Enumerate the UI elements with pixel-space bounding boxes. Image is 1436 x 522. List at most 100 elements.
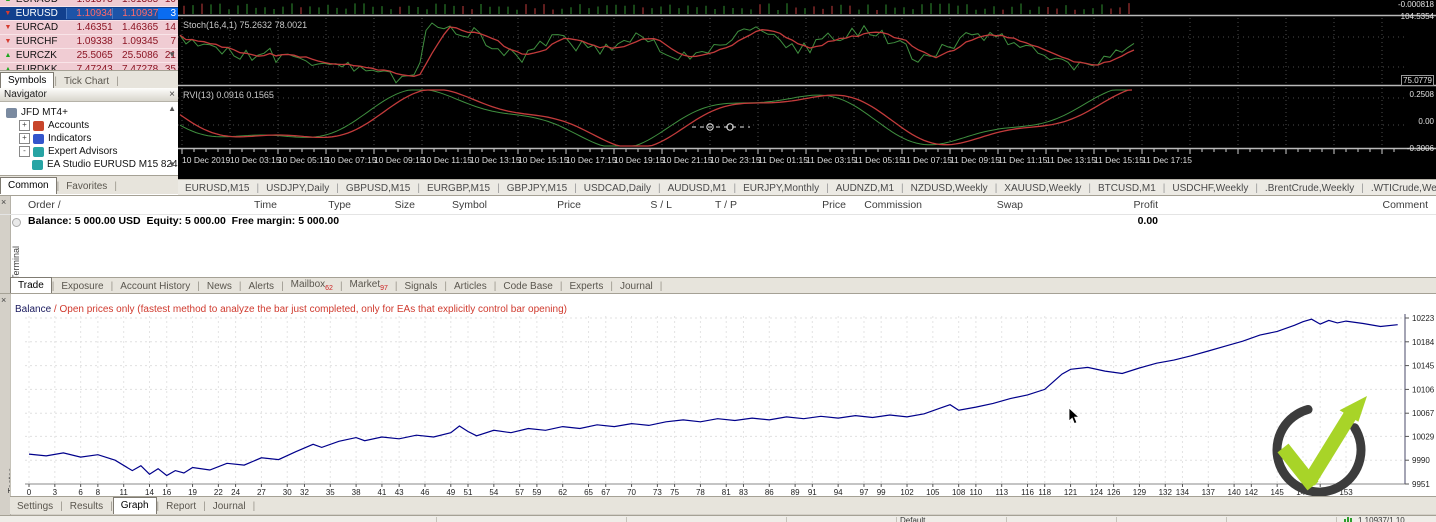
orders-column-price[interactable]: Price [822,199,846,211]
market-watch-row[interactable]: ▼ EURCAD 1.46351 1.46365 14 [0,21,178,35]
terminal-icon [6,107,17,118]
terminal-tab-signals[interactable]: Signals [398,279,445,294]
svg-text:91: 91 [808,488,817,496]
tab-common[interactable]: Common [0,177,57,194]
terminal-tab-experts[interactable]: Experts [562,279,610,294]
orders-column-symbol[interactable]: Symbol [452,199,487,211]
graph-note: / Open prices only (fastest method to an… [51,304,567,315]
chart-tab-btcusd-m1[interactable]: BTCUSD,M1 [1091,183,1163,194]
scroll-down-icon[interactable]: ▼ [168,50,176,59]
status-divider [786,517,787,522]
terminal-tab-journal[interactable]: Journal [613,279,660,294]
terminal-tab-alerts[interactable]: Alerts [242,279,282,294]
terminal-tab-account-history[interactable]: Account History [113,279,197,294]
navigator-item-expert-advisors[interactable]: - Expert Advisors [0,145,178,158]
tester-tab-journal[interactable]: Journal [206,499,253,514]
chart-tab-xauusd-weekly[interactable]: XAUUSD,Weekly [997,183,1088,194]
spread-value: 10 [158,0,178,5]
orders-column-swap[interactable]: Swap [997,199,1023,211]
indicator-chart-canvas [178,3,1436,154]
navigator-item-ea-studio-eurusd-m15-8246-[interactable]: EA Studio EURUSD M15 8246! [0,158,178,171]
balance-graph[interactable]: Balance / Open prices only (fastest meth… [10,294,1436,496]
terminal-tab-articles[interactable]: Articles [447,279,494,294]
tree-expander-icon[interactable]: + [19,133,30,144]
scroll-down-icon[interactable]: ▼ [168,160,176,169]
time-axis-label: 11 Dec 09:15 [950,155,1000,165]
svg-text:46: 46 [421,488,430,496]
chart-tab--wticrude-weekly[interactable]: .WTICrude,Weekly [1364,183,1436,194]
chart-tab--brentcrude-weekly[interactable]: .BrentCrude,Weekly [1258,183,1361,194]
orders-column-order-[interactable]: Order / [28,199,61,211]
tester-tab-results[interactable]: Results [63,499,110,514]
scroll-up-icon[interactable]: ▲ [168,104,176,113]
terminal-tab-news[interactable]: News [200,279,239,294]
ask-price: 1.46365 [122,22,159,33]
navigator-tree: JFD MT4+ + Accounts + Indicators - Expert Advi… [0,103,178,174]
chart-tab-usdcad-daily[interactable]: USDCAD,Daily [577,183,658,194]
chart-tab-audnzd-m1[interactable]: AUDNZD,M1 [829,183,901,194]
chart-tab-gbpusd-m15[interactable]: GBPUSD,M15 [339,183,417,194]
svg-text:132: 132 [1159,488,1173,496]
time-axis-label: 10 Dec 23:15 [710,155,761,165]
tab-tick-chart[interactable]: Tick Chart [57,74,116,88]
svg-text:38: 38 [352,488,361,496]
tester-tab-settings[interactable]: Settings [10,499,60,514]
chart-tab-audusd-m1[interactable]: AUDUSD,M1 [661,183,734,194]
chart-tab-usdchf-weekly[interactable]: USDCHF,Weekly [1165,183,1255,194]
status-divider [436,517,437,522]
navigator-item-indicators[interactable]: + Indicators [0,132,178,145]
chart-tab-usdjpy-daily[interactable]: USDJPY,Daily [259,183,336,194]
close-icon[interactable]: × [169,88,175,102]
chart-tab-eurusd-m15[interactable]: EURUSD,M15 [178,183,256,194]
tree-expander-icon[interactable]: + [19,120,30,131]
orders-column-price[interactable]: Price [557,199,581,211]
orders-column-t-p[interactable]: T / P [715,199,737,211]
market-watch-row[interactable]: ▼ EURUSD 1.10934 1.10937 3 [0,7,178,21]
chart-tab-gbpjpy-m15[interactable]: GBPJPY,M15 [500,183,574,194]
svg-text:0: 0 [27,488,32,496]
chart-tab-eurjpy-monthly[interactable]: EURJPY,Monthly [736,183,826,194]
chart-area[interactable]: Stoch(16,4,1) 75.2632 78.0021 RVI(13) 0.… [178,0,1436,179]
terminal-tab-mailbox[interactable]: Mailbox62 [284,277,340,294]
close-icon[interactable]: × [1,295,6,305]
chart-tab-nzdusd-weekly[interactable]: NZDUSD,Weekly [904,183,995,194]
orders-column-profit[interactable]: Profit [1133,199,1158,211]
svg-text:24: 24 [231,488,240,496]
tester-tab-graph[interactable]: Graph [112,497,157,514]
orders-column-commission[interactable]: Commission [864,199,922,211]
bid-price: 1.10934 [66,8,113,19]
navigator-item-accounts[interactable]: + Accounts [0,119,178,132]
svg-text:137: 137 [1202,488,1216,496]
svg-text:59: 59 [532,488,541,496]
svg-text:41: 41 [377,488,386,496]
time-axis-label: 11 Dec 01:15 [758,155,808,165]
chart-tab-eurgbp-m15[interactable]: EURGBP,M15 [420,183,497,194]
balance-row[interactable]: Balance: 5 000.00 USD Equity: 5 000.00 F… [0,215,1436,229]
orders-column-size[interactable]: Size [395,199,415,211]
tab-symbols[interactable]: Symbols [0,72,55,88]
orders-column-time[interactable]: Time [254,199,277,211]
terminal-tab-code-base[interactable]: Code Base [496,279,559,294]
orders-column-comment[interactable]: Comment [1382,199,1428,211]
orders-column-s-l[interactable]: S / L [650,199,672,211]
market-watch-row[interactable]: ▼ EURCHF 1.09338 1.09345 7 [0,35,178,49]
spread-value: 3 [158,8,178,19]
svg-text:10067: 10067 [1412,409,1435,418]
orders-column-type[interactable]: Type [328,199,351,211]
market-watch-row[interactable]: ▲ EURCZK 25.5065 25.5086 21 [0,49,178,63]
svg-text:14: 14 [145,488,154,496]
navigator-item-label: Expert Advisors [48,146,118,157]
ea-studio-logo-icon [1272,396,1367,496]
terminal-tab-exposure[interactable]: Exposure [54,279,110,294]
tab-favorites[interactable]: Favorites [59,179,114,194]
terminal-tab-market[interactable]: Market97 [343,277,395,294]
tester-tab-report[interactable]: Report [159,499,203,514]
navigator-item-jfd-mt4-[interactable]: JFD MT4+ [0,106,178,119]
market-watch-row[interactable]: ▲EURAUD1.613731.6138510 [0,0,178,7]
terminal-tab-trade[interactable]: Trade [10,277,52,294]
time-axis-label: 10 Dec 21:15 [662,155,713,165]
graph-title: Balance [15,304,52,315]
tree-expander-icon[interactable]: - [19,146,30,157]
svg-text:6: 6 [78,488,83,496]
status-divider [1336,517,1337,522]
